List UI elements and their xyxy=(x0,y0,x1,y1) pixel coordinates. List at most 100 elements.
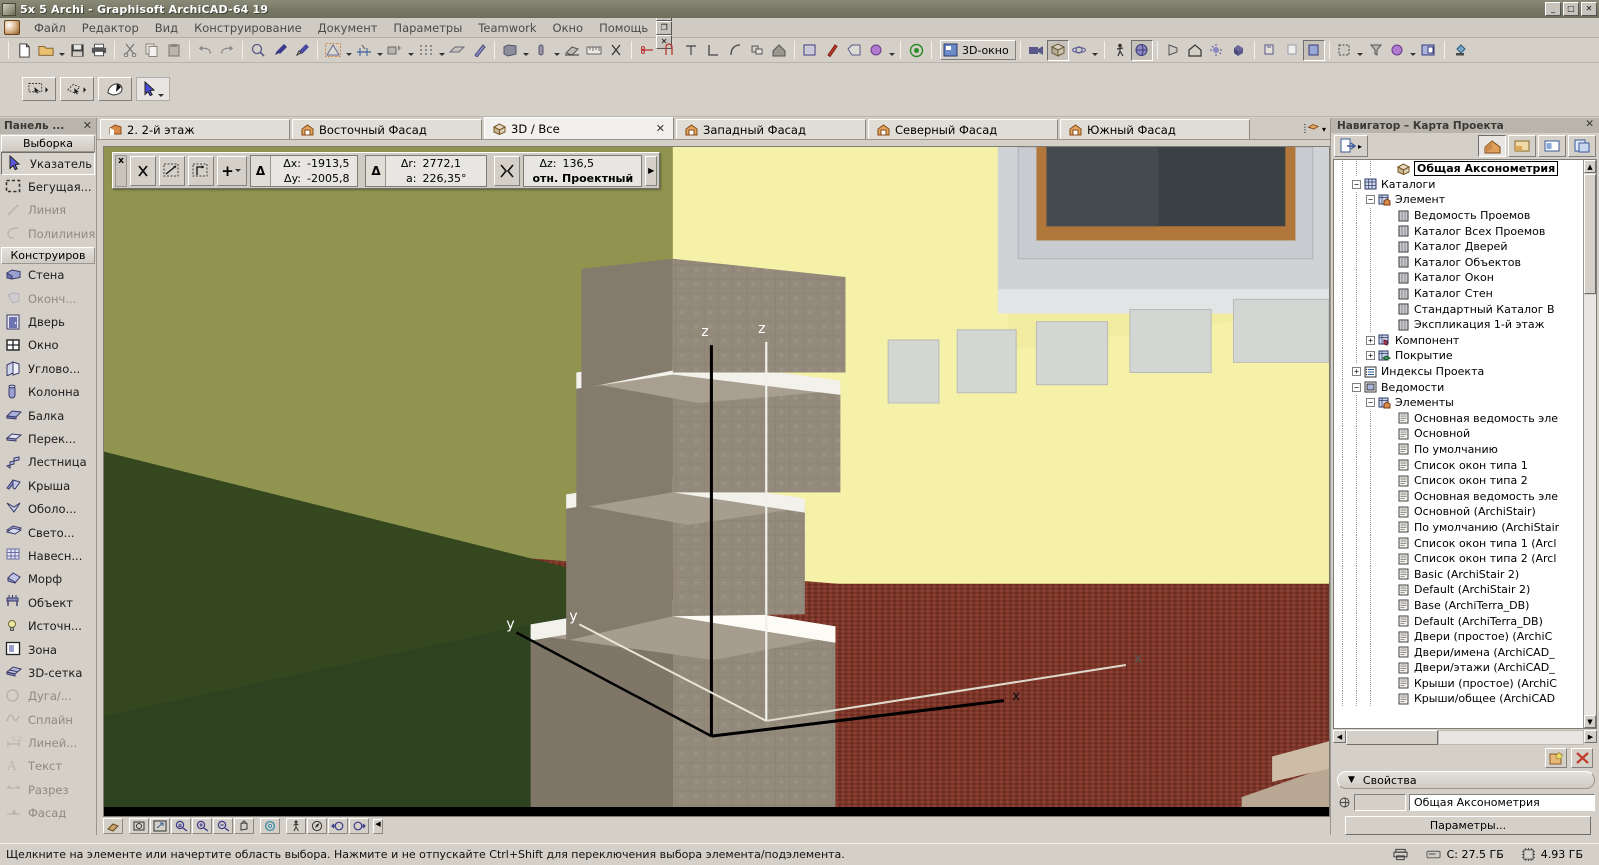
zoom-in-icon[interactable] xyxy=(192,818,212,834)
tree-vertical-scrollbar[interactable]: ▲ ▼ xyxy=(1583,160,1596,728)
tree-item[interactable]: + Индексы Проекта xyxy=(1334,363,1583,380)
tab-options-icon[interactable]: ▾ xyxy=(1300,119,1330,139)
tree-item[interactable]: Крыши (простое) (ArchiC xyxy=(1334,675,1583,692)
pointer-dropdown-arrow[interactable] xyxy=(156,81,165,97)
material-3d-icon[interactable] xyxy=(1387,40,1409,61)
tool-бегущая[interactable]: Бегущая... xyxy=(0,175,96,198)
copy-icon[interactable] xyxy=(141,40,163,61)
delta-y-value[interactable]: -2005,8 xyxy=(307,172,349,185)
paste-icon[interactable] xyxy=(163,40,185,61)
tool-указатель[interactable]: Указатель xyxy=(1,152,95,176)
perspective-icon[interactable] xyxy=(1162,40,1184,61)
rotate-copy-icon[interactable] xyxy=(60,77,94,101)
fill-pen-dropdown-arrow[interactable] xyxy=(406,40,415,61)
intersect-icon[interactable] xyxy=(658,40,680,61)
tree-item[interactable]: Basic (ArchiStair 2) xyxy=(1334,566,1583,583)
zoom-inout-icon[interactable] xyxy=(171,818,191,834)
solid-elem-dropdown-arrow[interactable] xyxy=(521,40,530,61)
delta-r-value[interactable]: 2772,1 xyxy=(422,157,461,170)
coordinate-tracker[interactable]: x + Δ Δx: -1913,5 Δy: -2005,8 Δ Δr: 2772,1 … xyxy=(112,152,661,189)
open-folder-dropdown-arrow[interactable] xyxy=(57,40,66,61)
new-view-icon[interactable] xyxy=(1545,748,1567,768)
menu-item-design[interactable]: Конструирование xyxy=(186,19,310,37)
tree-item[interactable]: − Элементы xyxy=(1334,394,1583,411)
constraint-icon[interactable] xyxy=(130,155,156,186)
tab-южный-фасад[interactable]: Южный Фасад xyxy=(1060,119,1250,139)
tree-toggle-expand-icon[interactable]: + xyxy=(1366,351,1375,361)
tab-северный-фасад[interactable]: Северный Фасад xyxy=(868,119,1058,139)
tree-item[interactable]: + Компонент xyxy=(1334,332,1583,349)
offset-icon[interactable] xyxy=(159,155,185,186)
measure-icon[interactable] xyxy=(583,40,605,61)
properties-header[interactable]: ▼ Свойства xyxy=(1337,771,1595,789)
settings-3d-icon[interactable] xyxy=(1418,40,1440,61)
parameters-button[interactable]: Параметры... xyxy=(1345,816,1591,835)
explode-icon[interactable] xyxy=(1228,40,1250,61)
tree-scroll-up-button[interactable]: ▲ xyxy=(1584,160,1596,173)
tracker-field-xy[interactable]: Δ Δx: -1913,5 Δy: -2005,8 xyxy=(250,154,359,187)
magic-wand-icon[interactable] xyxy=(98,77,132,101)
camera-icon[interactable] xyxy=(1025,40,1047,61)
layer-dropdown-arrow[interactable] xyxy=(344,40,353,61)
tool-углово[interactable]: Углово... xyxy=(0,357,96,380)
delta-x-value[interactable]: -1913,5 xyxy=(307,157,349,170)
tab-2--2-й-этаж[interactable]: 2. 2-й этаж xyxy=(100,119,290,139)
menu-item-document[interactable]: Документ xyxy=(310,19,386,37)
tracker-expand-arrow[interactable]: ▶ xyxy=(645,155,658,186)
menu-item-help[interactable]: Помощь xyxy=(591,19,656,37)
tree-toggle-collapse-icon[interactable]: − xyxy=(1366,195,1375,205)
menu-item-file[interactable]: Файл xyxy=(26,19,74,37)
open-folder-icon[interactable] xyxy=(35,40,57,61)
tree-item[interactable]: Список окон типа 1 xyxy=(1334,457,1583,473)
grid-dropdown-arrow[interactable] xyxy=(437,40,446,61)
minimize-button[interactable]: _ xyxy=(1545,2,1561,16)
undo-icon[interactable] xyxy=(194,40,216,61)
wall-pen-icon[interactable] xyxy=(468,40,490,61)
navigator-close-icon[interactable]: ✕ xyxy=(1585,118,1594,130)
tree-item[interactable]: Список окон типа 2 (Arcl xyxy=(1334,550,1583,567)
orbit-dropdown-arrow[interactable] xyxy=(1091,40,1100,61)
pillar-dropdown-arrow[interactable] xyxy=(552,40,561,61)
zoom-out-icon[interactable] xyxy=(213,818,233,834)
tree-scroll-left-button[interactable]: ◀ xyxy=(1333,730,1346,743)
tree-item[interactable]: Список окон типа 1 (Arcl xyxy=(1334,535,1583,551)
z-reference-value[interactable]: отн. Проектный xyxy=(532,172,633,185)
curve-icon[interactable] xyxy=(724,40,746,61)
copy-layer-icon[interactable] xyxy=(1259,40,1281,61)
menu-item-editor[interactable]: Редактор xyxy=(74,19,147,37)
tool-свето[interactable]: Свето... xyxy=(0,521,96,544)
tree-scroll-down-button[interactable]: ▼ xyxy=(1584,715,1596,728)
tool-дверь[interactable]: Дверь xyxy=(0,310,96,333)
tree-item[interactable]: Крыши/общее (ArchiCAD xyxy=(1334,691,1583,707)
new-file-icon[interactable] xyxy=(13,40,35,61)
zoom-back-icon[interactable] xyxy=(328,818,348,834)
tree-item[interactable]: Двери/имена (ArchiCAD_ xyxy=(1334,644,1583,660)
mdi-restore-button[interactable]: ❐ xyxy=(656,20,673,35)
syringe-icon[interactable] xyxy=(291,40,313,61)
home-view-icon[interactable] xyxy=(1184,40,1206,61)
tree-item[interactable]: Каталог Объектов xyxy=(1334,254,1583,271)
angle-value[interactable]: 226,35° xyxy=(422,172,466,185)
tree-item[interactable]: − Элемент xyxy=(1334,192,1583,208)
tab-close-icon[interactable]: ✕ xyxy=(642,122,665,135)
pillar-icon[interactable] xyxy=(530,40,552,61)
tool-крыша[interactable]: Крыша xyxy=(0,474,96,497)
fit-window-icon[interactable] xyxy=(150,818,170,834)
tool-перек[interactable]: Перек... xyxy=(0,427,96,450)
eyedropper-icon[interactable] xyxy=(269,40,291,61)
maximize-button[interactable]: □ xyxy=(1563,2,1579,16)
tree-item[interactable]: Каталог Окон xyxy=(1334,270,1583,286)
material-icon[interactable] xyxy=(865,40,887,61)
tree-item[interactable]: − Каталоги xyxy=(1334,176,1583,193)
orbit-icon[interactable] xyxy=(103,818,123,834)
tab-западный-фасад[interactable]: Западный Фасад xyxy=(676,119,866,139)
view-map-icon[interactable] xyxy=(1508,135,1536,157)
tree-item[interactable]: Стандартный Каталог В xyxy=(1334,301,1583,317)
perp-icon[interactable] xyxy=(188,155,214,186)
home-solid-icon[interactable] xyxy=(768,40,790,61)
fill-pen-icon[interactable] xyxy=(384,40,406,61)
properties-collapse-arrow[interactable]: ▼ xyxy=(1348,775,1355,785)
tree-toggle-expand-icon[interactable]: + xyxy=(1352,367,1361,377)
marquee-arrow-icon[interactable] xyxy=(22,77,56,101)
nav-more-button[interactable]: ◀ xyxy=(373,818,383,834)
